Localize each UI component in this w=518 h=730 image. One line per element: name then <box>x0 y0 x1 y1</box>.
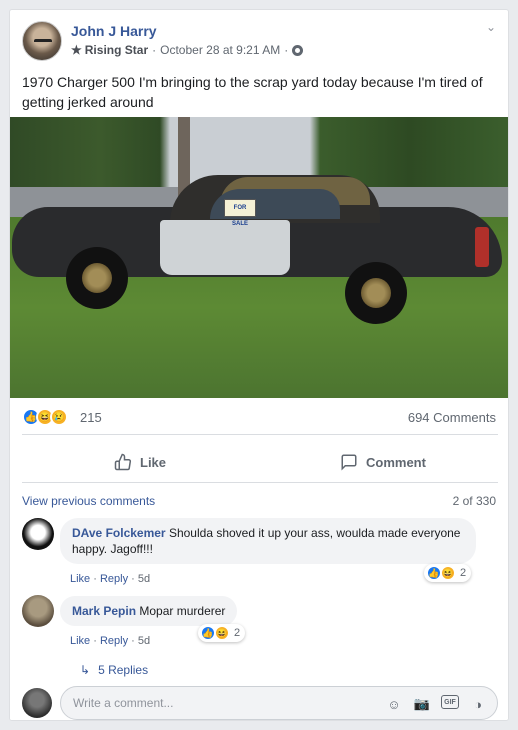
author-name[interactable]: John J Harry <box>71 23 157 39</box>
comment-actions: Like · Reply · 5d <box>70 573 150 585</box>
divider <box>22 434 498 435</box>
reply-arrow-icon: ↳ <box>80 663 91 677</box>
separator: · <box>131 573 135 585</box>
replies-label: 5 Replies <box>98 663 149 677</box>
comment-reactions[interactable]: 👍 😆 2 <box>424 564 472 582</box>
meta-separator-2: · <box>284 43 289 57</box>
for-sale-sign: FOR SALE <box>224 199 256 227</box>
comment-reply-link[interactable]: Reply <box>100 573 128 585</box>
badge-label: Rising Star <box>84 43 149 57</box>
comment-time[interactable]: 5d <box>138 635 150 647</box>
reactions-summary[interactable]: 👍 😆 😢 <box>22 408 68 426</box>
commenter-name[interactable]: DAve Folckemer <box>72 526 166 540</box>
meta-separator: · <box>152 43 157 57</box>
post-text: 1970 Charger 500 I'm bringing to the scr… <box>22 74 483 110</box>
comment-bubble: Mark Pepin Mopar murderer <box>60 596 238 626</box>
emoji-icon[interactable]: ☺ <box>385 695 403 713</box>
comments-count[interactable]: 694 Comments <box>408 410 496 425</box>
comment-reply-link[interactable]: Reply <box>100 635 128 647</box>
like-button[interactable]: Like <box>114 444 166 480</box>
rising-star-badge[interactable]: ★ Rising Star <box>71 43 148 57</box>
comment-reaction-count: 2 <box>234 627 241 639</box>
comment-actions: Like · Reply · 5d <box>70 635 150 647</box>
post-timestamp[interactable]: October 28 at 9:21 AM <box>160 43 280 57</box>
globe-icon[interactable] <box>292 44 304 56</box>
view-replies-link[interactable]: ↳ 5 Replies <box>80 663 148 677</box>
reaction-count[interactable]: 215 <box>80 410 102 425</box>
comments-section: View previous comments 2 of 330 DAve Fol… <box>10 488 508 720</box>
post-meta: ★ Rising Star · October 28 at 9:21 AM · <box>71 43 304 57</box>
write-comment-row: Write a comment... ☺ 📷 GIF ◑ <box>22 686 498 720</box>
post-card: John J Harry ★ Rising Star · October 28 … <box>9 9 509 721</box>
camera-icon[interactable]: 📷 <box>413 695 431 713</box>
comment-like-link[interactable]: Like <box>70 635 90 647</box>
thumbs-up-icon <box>114 453 132 471</box>
input-icons: ☺ 📷 GIF ◑ <box>385 695 487 713</box>
separator: · <box>93 635 97 647</box>
sticker-icon[interactable]: ◑ <box>469 695 487 713</box>
comment-label: Comment <box>366 454 426 470</box>
commenter-avatar[interactable] <box>22 595 54 627</box>
comment-bubble: DAve Folckemer Shoulda shoved it up your… <box>60 518 476 564</box>
like-label: Like <box>140 454 167 470</box>
commenter-name[interactable]: Mark Pepin <box>72 604 136 618</box>
commenter-avatar[interactable] <box>22 518 54 550</box>
post-stats: 👍 😆 😢 215 694 Comments <box>10 406 508 428</box>
comment-reactions[interactable]: 👍 😆 2 <box>198 624 246 642</box>
comment-icon <box>341 454 357 471</box>
gif-icon[interactable]: GIF <box>441 695 459 709</box>
comment-button[interactable]: Comment <box>340 444 426 480</box>
author-avatar[interactable] <box>22 21 62 61</box>
haha-reaction-icon: 😆 <box>440 565 456 581</box>
chevron-down-icon[interactable]: ⌄ <box>486 20 496 34</box>
separator: · <box>93 573 97 585</box>
comment-page-indicator: 2 of 330 <box>452 494 496 508</box>
comment-time[interactable]: 5d <box>138 573 150 585</box>
comment-like-link[interactable]: Like <box>70 573 90 585</box>
comment-reaction-count: 2 <box>460 567 467 579</box>
separator: · <box>131 635 135 647</box>
comment-input[interactable]: Write a comment... ☺ 📷 GIF ◑ <box>60 686 498 720</box>
post-photo[interactable]: FOR SALE <box>10 117 508 398</box>
sad-reaction-icon: 😢 <box>50 408 68 426</box>
haha-reaction-icon: 😆 <box>214 625 230 641</box>
post-actions: Like Comment <box>10 444 508 480</box>
current-user-avatar[interactable] <box>22 688 52 718</box>
comment-input-placeholder: Write a comment... <box>73 696 174 710</box>
comment-text: Mopar murderer <box>139 604 226 618</box>
divider <box>22 482 498 483</box>
for-sale-sign-text: FOR SALE <box>231 205 248 227</box>
view-previous-comments-link[interactable]: View previous comments <box>22 494 155 508</box>
star-icon: ★ <box>71 43 82 57</box>
post-header: John J Harry ★ Rising Star · October 28 … <box>10 10 508 70</box>
